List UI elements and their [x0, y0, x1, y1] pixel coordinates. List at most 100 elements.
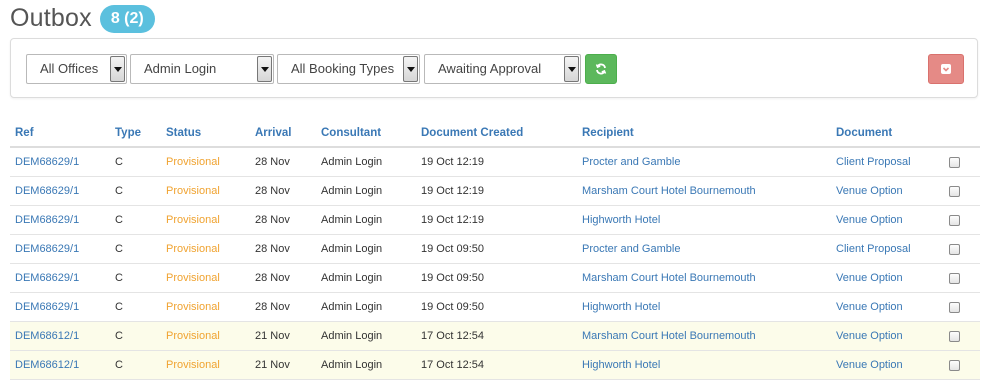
- recipient-link[interactable]: Highworth Hotel: [582, 301, 660, 313]
- user-select[interactable]: Admin Login: [130, 54, 274, 84]
- status-cell: Provisional: [161, 321, 250, 351]
- document-link[interactable]: Client Proposal: [836, 243, 911, 255]
- recipient-link[interactable]: Highworth Hotel: [582, 359, 660, 371]
- consultant-cell: Admin Login: [321, 301, 383, 313]
- document-link[interactable]: Venue Option: [836, 272, 903, 284]
- arrival-cell: 28 Nov: [255, 243, 290, 255]
- select-cell: [944, 350, 980, 380]
- type-cell: C: [115, 156, 123, 168]
- consultant-cell: Admin Login: [316, 263, 416, 293]
- arrival-cell: 21 Nov: [250, 321, 316, 351]
- status-select[interactable]: Awaiting Approval: [424, 54, 581, 84]
- column-header-consultant[interactable]: Consultant: [316, 120, 416, 148]
- recipient-cell: Procter and Gamble: [577, 147, 831, 177]
- booking-type-select-value: All Booking Types: [291, 61, 395, 76]
- document-cell: Venue Option: [831, 263, 944, 293]
- recipient-link[interactable]: Highworth Hotel: [582, 214, 660, 226]
- arrival-cell: 28 Nov: [250, 292, 316, 322]
- consultant-cell: Admin Login: [321, 185, 383, 197]
- arrival-cell: 28 Nov: [250, 205, 316, 235]
- select-cell: [944, 147, 980, 177]
- recipient-link[interactable]: Procter and Gamble: [582, 156, 680, 168]
- column-header-ref[interactable]: Ref: [10, 120, 110, 148]
- status-cell: Provisional: [161, 350, 250, 380]
- table-row: DEM68629/1 C Provisional 28 Nov Admin Login 1…: [10, 292, 980, 322]
- booking-type-select[interactable]: All Booking Types: [277, 54, 420, 84]
- column-header-document-created[interactable]: Document Created: [416, 120, 577, 148]
- table-row: DEM68629/1 C Provisional 28 Nov Admin Login 1…: [10, 234, 980, 264]
- status-cell: Provisional: [166, 185, 220, 197]
- recipient-link[interactable]: Marsham Court Hotel Bournemouth: [582, 330, 756, 342]
- consultant-cell: Admin Login: [316, 147, 416, 177]
- status-cell: Provisional: [161, 147, 250, 177]
- status-cell: Provisional: [166, 359, 220, 371]
- recipient-cell: Marsham Court Hotel Bournemouth: [577, 176, 831, 206]
- ref-cell: DEM68629/1: [10, 176, 110, 206]
- row-checkbox[interactable]: [949, 243, 960, 255]
- ref-link[interactable]: DEM68629/1: [15, 214, 79, 226]
- ref-link[interactable]: DEM68629/1: [15, 272, 79, 284]
- document-cell: Client Proposal: [831, 234, 944, 264]
- ref-link[interactable]: DEM68629/1: [15, 301, 79, 313]
- document-created-cell: 19 Oct 09:50: [416, 292, 577, 322]
- recipient-link[interactable]: Marsham Court Hotel Bournemouth: [582, 272, 756, 284]
- document-created-cell: 19 Oct 12:19: [421, 214, 484, 226]
- type-cell: C: [110, 234, 161, 264]
- table-header-row: Ref Type Status Arrival Consultant Docum…: [10, 120, 980, 148]
- status-cell: Provisional: [161, 234, 250, 264]
- select-cell: [944, 292, 980, 322]
- office-select-value: All Offices: [40, 61, 99, 76]
- column-header-arrival[interactable]: Arrival: [250, 120, 316, 148]
- status-cell: Provisional: [166, 301, 220, 313]
- document-link[interactable]: Venue Option: [836, 185, 903, 197]
- chevron-down-icon[interactable]: [257, 56, 272, 82]
- arrival-cell: 21 Nov: [250, 350, 316, 380]
- row-checkbox[interactable]: [949, 185, 960, 197]
- document-created-cell: 19 Oct 09:50: [416, 263, 577, 293]
- type-cell: C: [110, 205, 161, 235]
- outbox-table: Ref Type Status Arrival Consultant Docum…: [10, 120, 980, 380]
- consultant-cell: Admin Login: [321, 272, 383, 284]
- row-checkbox[interactable]: [949, 301, 960, 313]
- arrival-cell: 28 Nov: [250, 147, 316, 177]
- table-row: DEM68629/1 C Provisional 28 Nov Admin Login 1…: [10, 205, 980, 235]
- status-cell: Provisional: [161, 263, 250, 293]
- office-select[interactable]: All Offices: [26, 54, 127, 84]
- row-checkbox[interactable]: [949, 272, 960, 284]
- column-header-status[interactable]: Status: [161, 120, 250, 148]
- ref-link[interactable]: DEM68612/1: [15, 330, 79, 342]
- document-link[interactable]: Venue Option: [836, 359, 903, 371]
- page-title: Outbox: [10, 3, 92, 32]
- ref-cell: DEM68612/1: [10, 350, 110, 380]
- ref-link[interactable]: DEM68612/1: [15, 359, 79, 371]
- ref-cell: DEM68629/1: [10, 147, 110, 177]
- row-checkbox[interactable]: [949, 330, 960, 342]
- arrival-cell: 28 Nov: [250, 176, 316, 206]
- status-cell: Provisional: [161, 205, 250, 235]
- column-header-recipient[interactable]: Recipient: [577, 120, 831, 148]
- row-checkbox[interactable]: [949, 156, 960, 168]
- row-checkbox[interactable]: [949, 214, 960, 226]
- document-created-cell: 19 Oct 12:19: [421, 156, 484, 168]
- ref-link[interactable]: DEM68629/1: [15, 243, 79, 255]
- document-link[interactable]: Venue Option: [836, 214, 903, 226]
- refresh-button[interactable]: [585, 54, 617, 84]
- chevron-down-icon[interactable]: [564, 56, 579, 82]
- document-link[interactable]: Client Proposal: [836, 156, 911, 168]
- recipient-link[interactable]: Marsham Court Hotel Bournemouth: [582, 185, 756, 197]
- chevron-down-icon[interactable]: [403, 56, 418, 82]
- document-link[interactable]: Venue Option: [836, 301, 903, 313]
- table-row: DEM68612/1 C Provisional 21 Nov Admin Login 1…: [10, 350, 980, 380]
- recipient-link[interactable]: Procter and Gamble: [582, 243, 680, 255]
- chevron-down-icon[interactable]: [110, 56, 125, 82]
- document-created-cell: 19 Oct 09:50: [421, 272, 484, 284]
- arrival-cell: 21 Nov: [255, 359, 290, 371]
- consultant-cell: Admin Login: [316, 350, 416, 380]
- column-header-type[interactable]: Type: [110, 120, 161, 148]
- row-checkbox[interactable]: [949, 359, 960, 371]
- column-header-document[interactable]: Document: [831, 120, 944, 148]
- document-link[interactable]: Venue Option: [836, 330, 903, 342]
- ref-link[interactable]: DEM68629/1: [15, 185, 79, 197]
- ref-link[interactable]: DEM68629/1: [15, 156, 79, 168]
- export-button[interactable]: [928, 54, 964, 84]
